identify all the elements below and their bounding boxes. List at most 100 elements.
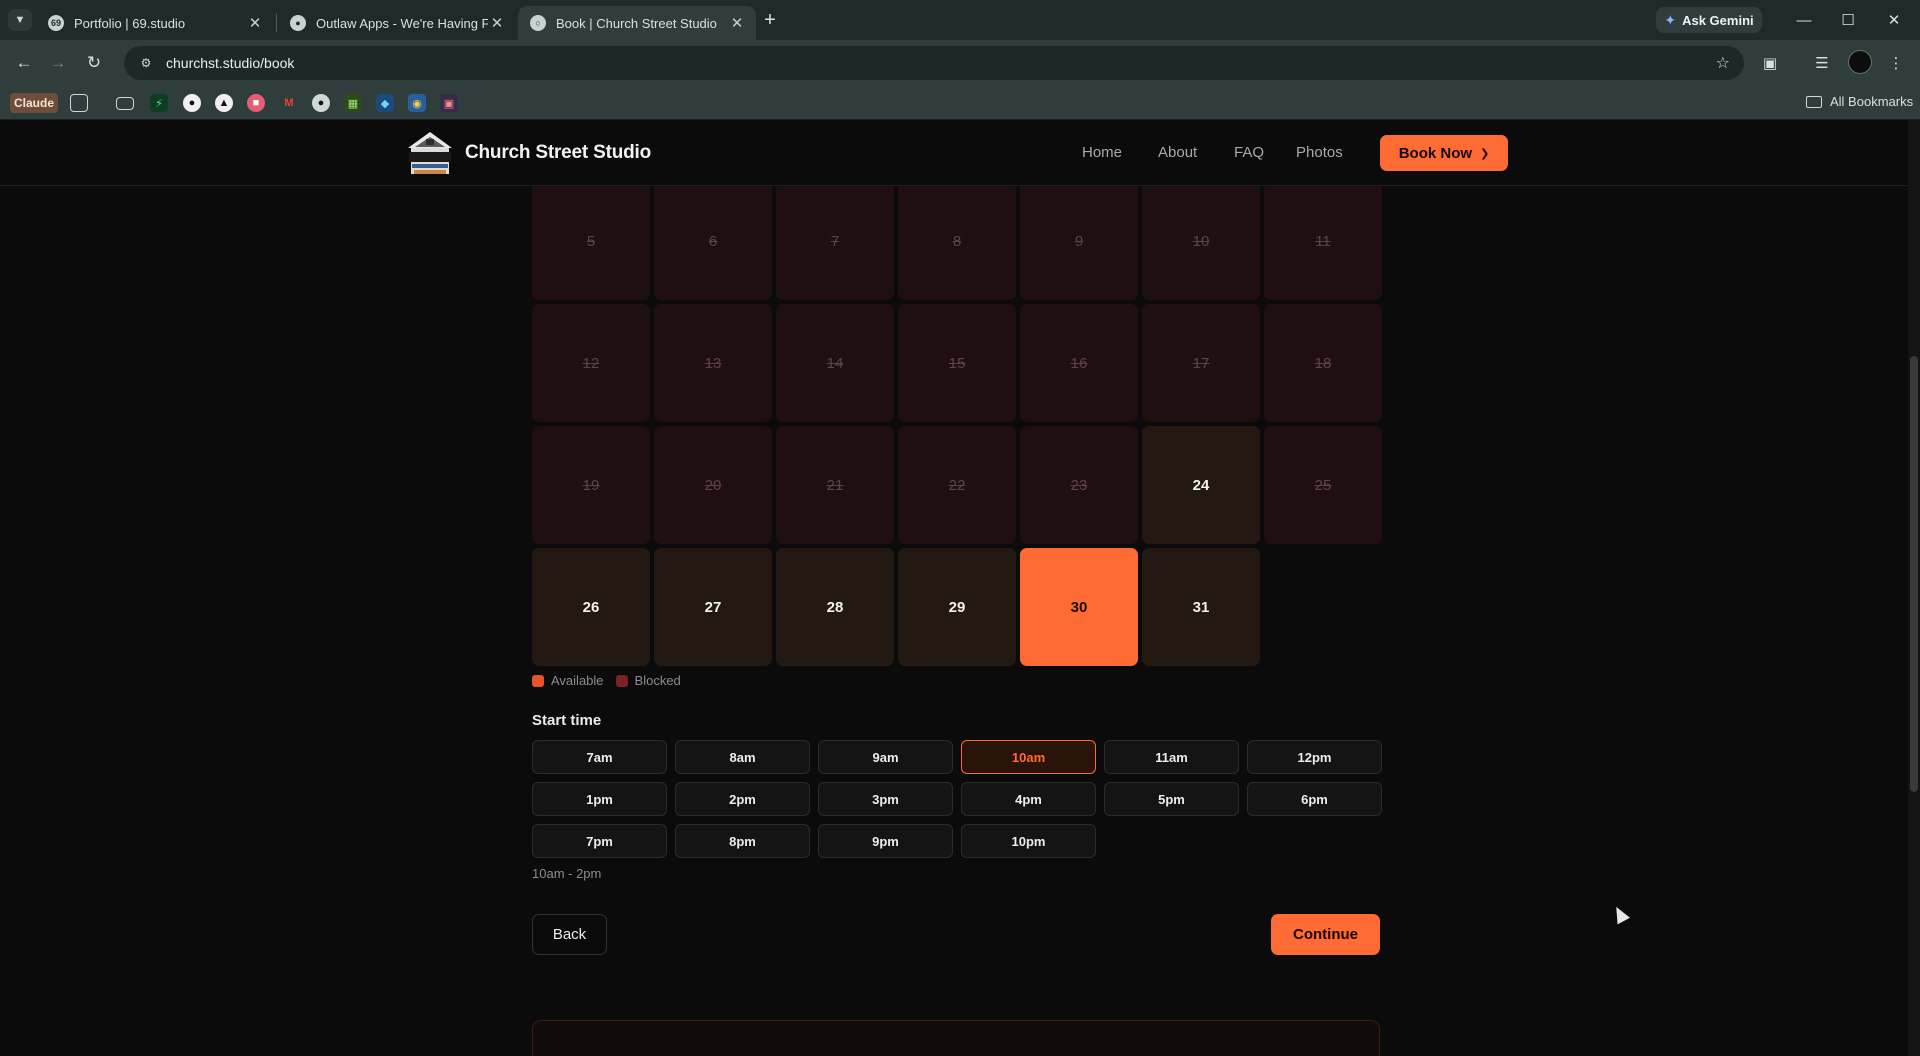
site-brand-name[interactable]: Church Street Studio (465, 142, 651, 164)
calendar-day-26[interactable]: 26 (532, 548, 650, 666)
tab-title: Outlaw Apps - We're Having Fu (316, 15, 488, 31)
calendar-day-16: 16 (1020, 304, 1138, 422)
page-scrollbar[interactable] (1908, 120, 1920, 1056)
bookmark-claude[interactable]: Claude (10, 93, 59, 113)
time-slot-7am[interactable]: 7am (532, 740, 667, 774)
all-bookmarks-button[interactable]: All Bookmarks (1806, 94, 1913, 109)
time-slot-10am[interactable]: 10am (961, 740, 1096, 774)
profile-avatar[interactable] (1848, 50, 1872, 74)
calendar-day-5: 5 (532, 182, 650, 300)
time-slot-1pm[interactable]: 1pm (532, 782, 667, 816)
ask-gemini-label: Ask Gemini (1682, 12, 1754, 28)
calendar-day-6: 6 (654, 182, 772, 300)
bookmark-github-icon[interactable]: ● (183, 94, 201, 112)
calendar-day-20: 20 (654, 426, 772, 544)
calendar-day-8: 8 (898, 182, 1016, 300)
nav-about[interactable]: About (1158, 144, 1197, 161)
church-street-logo-icon[interactable] (406, 130, 454, 176)
bookmark-gmail-icon[interactable]: M (280, 94, 298, 112)
bookmark-red-icon[interactable]: ■ (247, 94, 265, 112)
chrome-menu-icon[interactable]: ⋮ (1884, 52, 1908, 74)
calendar-day-19: 19 (532, 426, 650, 544)
apps-grid-icon[interactable] (70, 94, 88, 112)
calendar-day-24[interactable]: 24 (1142, 426, 1260, 544)
start-time-heading: Start time (532, 712, 602, 729)
69-studio-favicon-icon: 69 (48, 15, 64, 31)
reload-icon[interactable]: ↻ (80, 50, 108, 76)
time-slot-9pm[interactable]: 9pm (818, 824, 953, 858)
site-info-icon[interactable]: ⚙ (138, 55, 154, 71)
browser-tab-book[interactable]: ○ Book | Church Street Studio ✕ (518, 6, 756, 40)
legend-available-swatch (532, 674, 544, 687)
nav-photos[interactable]: Photos (1296, 144, 1343, 161)
address-bar[interactable]: ⚙ churchst.studio/book ☆ (124, 46, 1744, 80)
time-slot-4pm[interactable]: 4pm (961, 782, 1096, 816)
time-slot-7pm[interactable]: 7pm (532, 824, 667, 858)
legend-blocked-label: Blocked (634, 673, 681, 688)
close-window-icon[interactable]: ✕ (1872, 8, 1916, 32)
nav-home[interactable]: Home (1082, 144, 1122, 161)
close-tab-icon[interactable]: ✕ (488, 14, 506, 32)
new-tab-icon[interactable]: + (758, 8, 782, 32)
time-slot-8pm[interactable]: 8pm (675, 824, 810, 858)
time-slot-8am[interactable]: 8am (675, 740, 810, 774)
time-slot-3pm[interactable]: 3pm (818, 782, 953, 816)
media-controls-icon[interactable]: ☰ (1810, 52, 1834, 74)
close-tab-icon[interactable]: ✕ (246, 14, 264, 32)
browser-tab-portfolio[interactable]: 69 Portfolio | 69.studio ✕ (36, 6, 274, 40)
minimize-window-icon[interactable]: — (1782, 8, 1826, 32)
bookmark-app-icon[interactable]: ▣ (440, 94, 458, 112)
url-text[interactable]: churchst.studio/book (166, 55, 294, 71)
calendar-day-30[interactable]: 30 (1020, 548, 1138, 666)
page-viewport: Church Street Studio Home About FAQ Phot… (0, 120, 1920, 1056)
legend-blocked-swatch (615, 674, 628, 687)
continue-button[interactable]: Continue (1271, 914, 1380, 955)
ask-gemini-button[interactable]: ✦ Ask Gemini (1656, 7, 1762, 33)
maximize-window-icon[interactable]: ☐ (1826, 8, 1870, 32)
calendar-day-10: 10 (1142, 182, 1260, 300)
back-arrow-icon[interactable]: ← (10, 50, 38, 76)
calendar-day-9: 9 (1020, 182, 1138, 300)
extensions-puzzle-icon[interactable]: ▣ (1758, 52, 1782, 74)
time-slot-9am[interactable]: 9am (818, 740, 953, 774)
browser-tab-outlaw-apps[interactable]: ● Outlaw Apps - We're Having Fu ✕ (278, 6, 516, 40)
time-slot-11am[interactable]: 11am (1104, 740, 1239, 774)
tab-title: Portfolio | 69.studio (74, 15, 186, 31)
calendar-day-17: 17 (1142, 304, 1260, 422)
calendar-day-25: 25 (1264, 426, 1382, 544)
time-slot-12pm[interactable]: 12pm (1247, 740, 1382, 774)
gemini-spark-icon: ✦ (1664, 11, 1677, 28)
back-button[interactable]: Back (532, 914, 607, 955)
chevron-down-icon: ❯ (1480, 147, 1490, 160)
close-tab-icon[interactable]: ✕ (728, 14, 746, 32)
bookmark-outlaw-icon[interactable]: ● (312, 94, 330, 112)
outlaw-favicon-icon: ● (290, 15, 306, 31)
bookmark-folder-icon[interactable] (116, 97, 134, 110)
tab-search-chevron-icon[interactable]: ▼ (8, 9, 32, 31)
book-now-label: Book Now (1398, 144, 1473, 162)
time-slot-6pm[interactable]: 6pm (1247, 782, 1382, 816)
book-now-button[interactable]: Book Now ❯ (1380, 135, 1508, 171)
forward-arrow-icon[interactable]: → (44, 50, 72, 76)
time-slot-5pm[interactable]: 5pm (1104, 782, 1239, 816)
mouse-cursor-icon (1610, 903, 1630, 925)
bookmark-triangle-icon[interactable]: ▲ (215, 94, 233, 112)
calendar-day-27[interactable]: 27 (654, 548, 772, 666)
bookmark-globe-icon[interactable]: ◉ (408, 94, 426, 112)
bookmark-blue-icon[interactable]: ◆ (376, 94, 394, 112)
calendar-day-28[interactable]: 28 (776, 548, 894, 666)
bookmark-star-icon[interactable]: ☆ (1716, 53, 1730, 73)
bookmark-grid-icon[interactable]: ▦ (344, 94, 362, 112)
calendar-day-22: 22 (898, 426, 1016, 544)
time-slot-10pm[interactable]: 10pm (961, 824, 1096, 858)
calendar-day-23: 23 (1020, 426, 1138, 544)
time-slot-2pm[interactable]: 2pm (675, 782, 810, 816)
folder-icon (1806, 95, 1822, 108)
scrollbar-thumb[interactable] (1910, 356, 1918, 792)
bookmark-bolt-icon[interactable]: ⚡ (150, 94, 168, 112)
calendar-day-29[interactable]: 29 (898, 548, 1016, 666)
calendar-day-31[interactable]: 31 (1142, 548, 1260, 666)
nav-faq[interactable]: FAQ (1234, 144, 1264, 161)
legend-blocked: Blocked (615, 673, 681, 688)
studio-favicon-icon: ○ (530, 15, 546, 31)
